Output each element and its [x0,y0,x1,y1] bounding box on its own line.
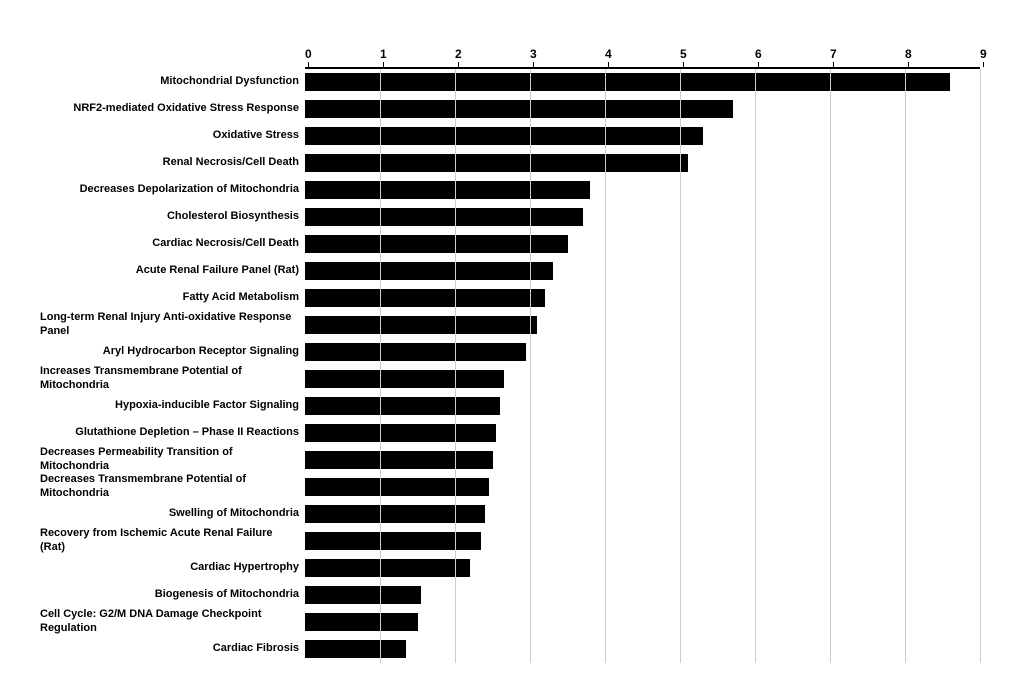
bar-row [305,231,980,257]
grid-line [755,69,756,663]
bar [305,127,703,145]
x-tick: 6 [755,47,762,67]
bar-row [305,285,980,311]
bar [305,424,496,442]
bar [305,100,733,118]
bar [305,73,950,91]
bar [305,613,418,631]
bar-label: Aryl Hydrocarbon Receptor Signaling [103,339,305,365]
bar-row [305,609,980,635]
bar-label: Cardiac Fibrosis [213,636,305,662]
bar [305,640,406,658]
bar-label: Fatty Acid Metabolism [183,285,305,311]
bar-row [305,69,980,95]
bar-label: Decreases Transmembrane Potential of Mit… [40,474,305,500]
grid-line [455,69,456,663]
bar-row [305,528,980,554]
bar-row [305,393,980,419]
bar-label: NRF2-mediated Oxidative Stress Response [73,96,305,122]
bars-wrapper [305,69,980,663]
grid-line [530,69,531,663]
bar [305,343,526,361]
bar-label: Decreases Depolarization of Mitochondria [80,177,305,203]
bar-label: Cholesterol Biosynthesis [167,204,305,230]
bar-label: Recovery from Ischemic Acute Renal Failu… [40,528,305,554]
bar-row [305,366,980,392]
bar-label: Long-term Renal Injury Anti-oxidative Re… [40,312,305,338]
bar-row [305,177,980,203]
x-tick: 7 [830,47,837,67]
bar-row [305,96,980,122]
x-tick: 3 [530,47,537,67]
bar-row [305,474,980,500]
bar-row [305,150,980,176]
grid-line [380,69,381,663]
labels-column: Mitochondrial DysfunctionNRF2-mediated O… [40,47,305,663]
bar-label: Increases Transmembrane Potential of Mit… [40,366,305,392]
x-tick: 4 [605,47,612,67]
x-tick: 8 [905,47,912,67]
bar-label: Hypoxia-inducible Factor Signaling [115,393,305,419]
grid-line [905,69,906,663]
bar [305,370,504,388]
x-tick: 0 [305,47,312,67]
bar-row [305,636,980,662]
bar-row [305,258,980,284]
bar-label: Oxidative Stress [213,123,305,149]
bar-label: Cardiac Hypertrophy [190,555,305,581]
bar [305,262,553,280]
bar [305,559,470,577]
bar [305,181,590,199]
bar [305,478,489,496]
bar-row [305,339,980,365]
bar [305,586,421,604]
bar-label: Biogenesis of Mitochondria [155,582,305,608]
grid-line [830,69,831,663]
bar [305,451,493,469]
bar-label: Swelling of Mitochondria [169,501,305,527]
bar [305,235,568,253]
bar-row [305,123,980,149]
bar-row [305,420,980,446]
bar-label: Glutathione Depletion – Phase II Reactio… [75,420,305,446]
bar-row [305,447,980,473]
bar-label: Cell Cycle: G2/M DNA Damage Checkpoint R… [40,609,305,635]
grid-line [680,69,681,663]
bar-row [305,204,980,230]
bar [305,208,583,226]
bar [305,289,545,307]
chart-area: Mitochondrial DysfunctionNRF2-mediated O… [40,47,980,663]
grid-line [605,69,606,663]
x-axis-top: 0123456789 [305,47,980,69]
bar-label: Renal Necrosis/Cell Death [163,150,305,176]
x-tick: 5 [680,47,687,67]
bar-label: Cardiac Necrosis/Cell Death [152,231,305,257]
bar [305,397,500,415]
chart-container: Mitochondrial DysfunctionNRF2-mediated O… [20,13,1000,673]
grid-line [980,69,981,663]
bar-row [305,555,980,581]
bar-row [305,501,980,527]
bar-row [305,312,980,338]
bar-label: Mitochondrial Dysfunction [160,69,305,95]
x-tick: 9 [980,47,987,67]
bar-section: 0123456789 [305,47,980,663]
bar [305,505,485,523]
x-tick: 1 [380,47,387,67]
x-tick: 2 [455,47,462,67]
bar-row [305,582,980,608]
bar-label: Decreases Permeability Transition of Mit… [40,447,305,473]
bar [305,154,688,172]
bar [305,316,537,334]
bar-label: Acute Renal Failure Panel (Rat) [136,258,305,284]
